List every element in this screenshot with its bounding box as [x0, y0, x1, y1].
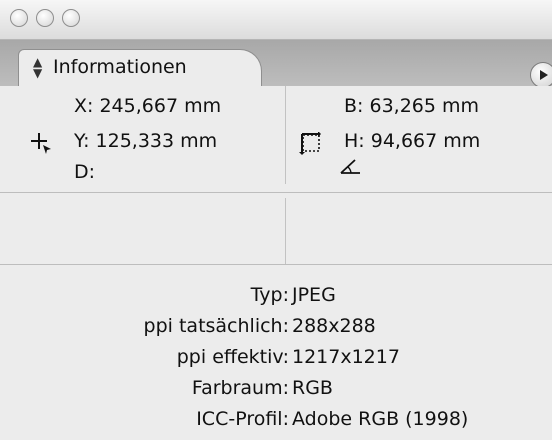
- height-value: H: 94,667 mm: [344, 130, 481, 152]
- property-label: ICC-Profil:: [196, 408, 289, 430]
- column-divider: [285, 86, 286, 184]
- section-divider: [0, 264, 552, 265]
- section-divider: [0, 192, 552, 193]
- distance: D:: [74, 161, 96, 183]
- property-value: JPEG: [292, 284, 336, 306]
- property-label: Farbraum:: [191, 377, 289, 399]
- zoom-button[interactable]: [62, 9, 80, 27]
- info-panel-content: X: 245,667 mm Y: 125,333 mm D: B: 63,265…: [0, 86, 552, 440]
- frame-size-icon: [299, 132, 321, 155]
- property-value: Adobe RGB (1998): [292, 408, 469, 430]
- angle-icon: [340, 159, 360, 174]
- panel-tab-bar: ▲ ▼ Informationen: [0, 40, 552, 88]
- property-value: 288x288: [292, 315, 376, 337]
- width-value: B: 63,265 mm: [344, 95, 480, 117]
- property-label: ppi effektiv:: [176, 346, 289, 368]
- property-label: Typ:: [250, 284, 289, 306]
- up-down-arrows-icon: ▲ ▼: [33, 55, 43, 80]
- close-button[interactable]: [10, 9, 28, 27]
- tab-label: Informationen: [53, 56, 187, 78]
- minimize-button[interactable]: [36, 9, 54, 27]
- list-item: ICC-Profil: Adobe RGB (1998): [0, 408, 552, 434]
- property-label: ppi tatsächlich:: [143, 315, 289, 337]
- crosshair-cursor-icon: [31, 133, 51, 154]
- window-titlebar: [0, 0, 552, 40]
- list-item: ppi effektiv: 1217x1217: [0, 346, 552, 372]
- column-divider: [285, 198, 286, 264]
- x-position: X: 245,667 mm: [74, 95, 222, 117]
- tab-informationen[interactable]: ▲ ▼ Informationen: [18, 49, 262, 87]
- property-value: RGB: [292, 377, 333, 399]
- y-position: Y: 125,333 mm: [74, 130, 218, 152]
- list-item: Typ: JPEG: [0, 284, 552, 310]
- property-value: 1217x1217: [292, 346, 400, 368]
- panel-menu-icon[interactable]: [530, 62, 552, 88]
- list-item: ppi tatsächlich: 288x288: [0, 315, 552, 341]
- list-item: Farbraum: RGB: [0, 377, 552, 403]
